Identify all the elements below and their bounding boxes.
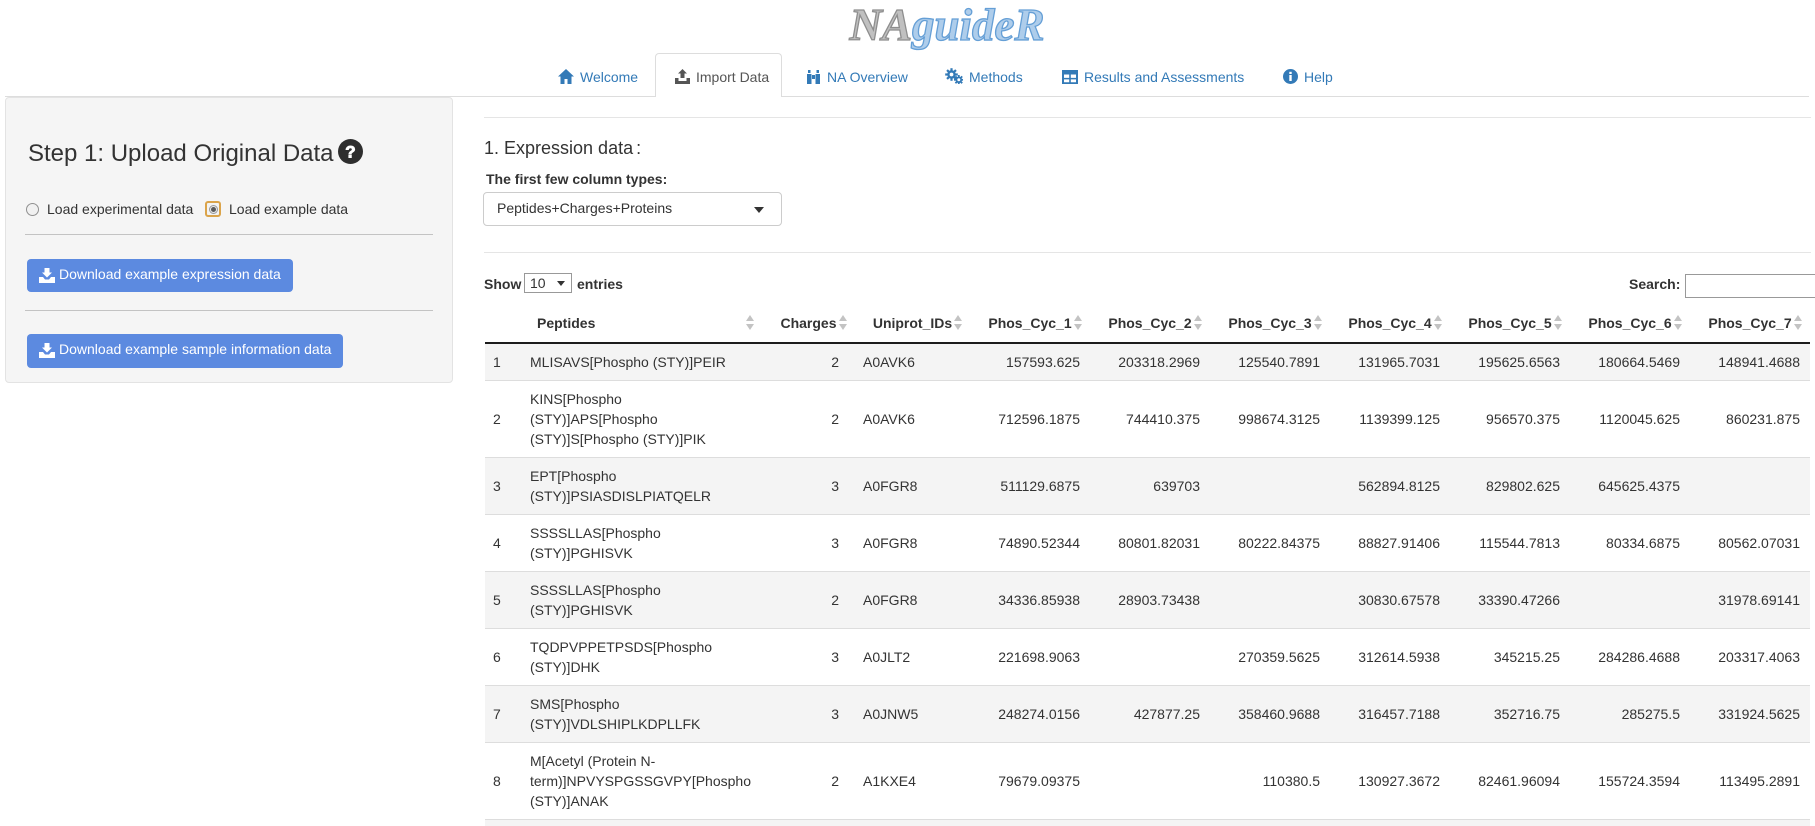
svg-text:?: ? xyxy=(345,143,355,162)
